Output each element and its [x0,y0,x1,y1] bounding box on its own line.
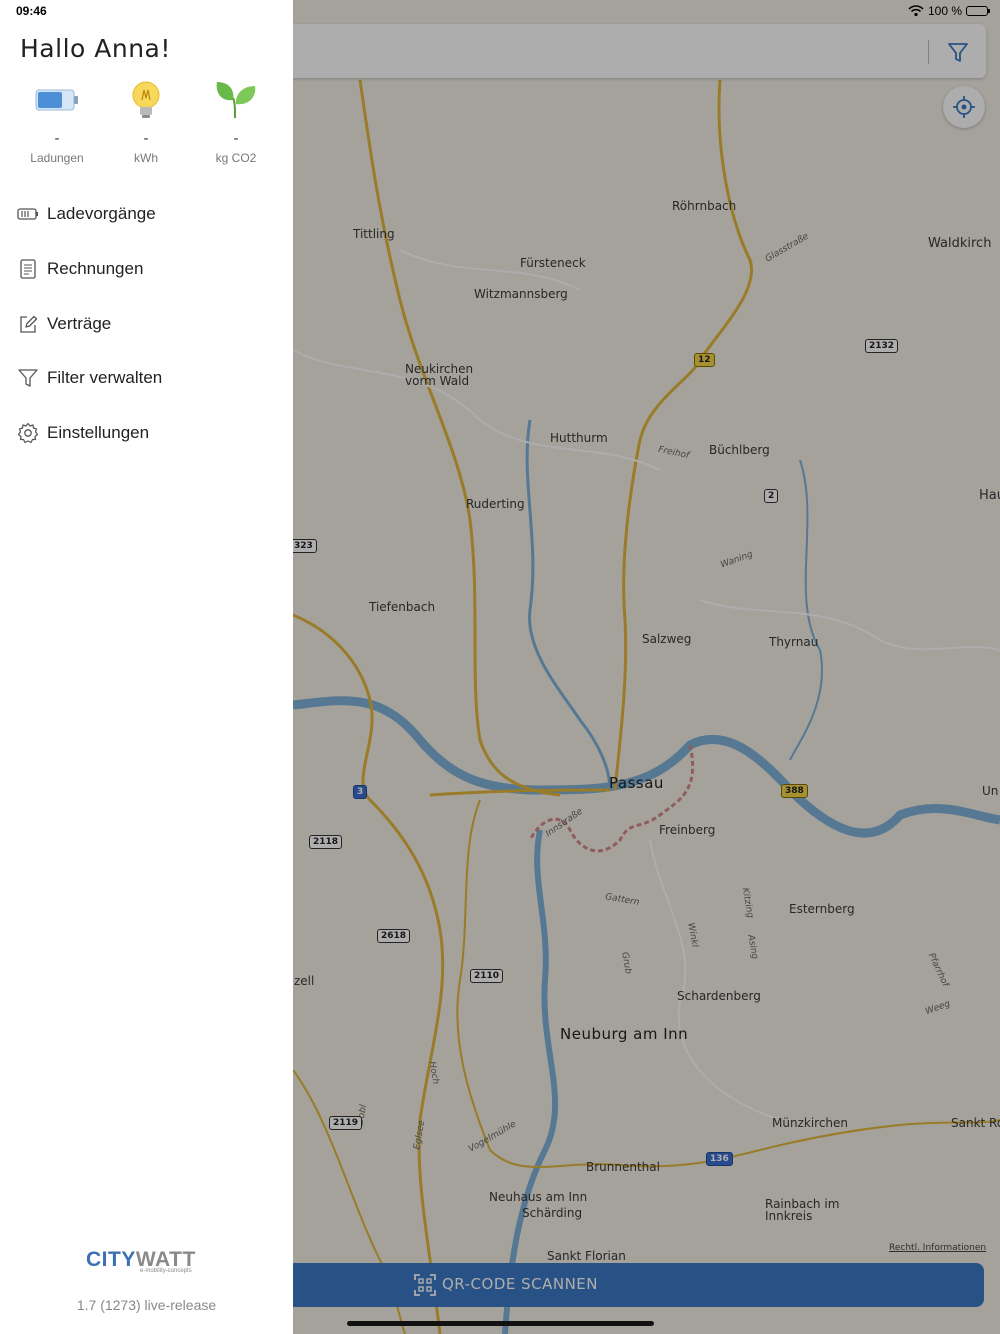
map-label-esternberg: Esternberg [789,902,855,916]
road-badge-136: 136 [706,1152,733,1166]
map-label-salzweg: Salzweg [642,632,692,646]
legal-info-link[interactable]: Rechtl. Informationen [889,1243,986,1253]
home-indicator[interactable] [347,1321,654,1326]
map-label-muenzkirchen: Münzkirchen [772,1116,849,1130]
lightbulb-icon [132,81,160,118]
menu-label: Verträge [47,314,112,333]
qr-scan-button[interactable]: QR-CODE SCANNEN [260,1263,984,1307]
logo-tagline: e-mobility-concepts [140,1268,192,1274]
qr-scan-label: QR-CODE SCANNEN [442,1275,599,1293]
battery-percent: 100 % [927,4,962,18]
edit-icon [20,315,38,333]
stat-label: kWh [134,151,158,165]
map-label-sankt-florian: Sankt Florian [547,1249,626,1263]
road-badge-2110: 2110 [470,969,504,983]
map-label-un: Un [982,784,999,798]
stat-value: - [54,130,60,147]
stat-label: Ladungen [30,151,84,165]
map-label-schardenberg: Schardenberg [677,989,761,1003]
crosshair-icon [953,96,975,118]
stat-value: - [143,130,149,147]
side-drawer: Hallo Anna! - Ladungen - kWh - kg CO2 La… [0,0,293,1334]
road-badge-2: 2 [764,489,779,503]
search-divider [928,40,929,64]
filter-icon [948,43,968,62]
stat-value: - [233,130,239,147]
leaf-icon [216,82,256,119]
map-label-sankt-ro: Sankt Ro [951,1116,1000,1130]
map-label-freinberg: Freinberg [659,823,716,837]
gear-icon [17,422,39,444]
menu-label: Filter verwalten [47,368,163,387]
road-badge-2618: 2618 [377,929,411,943]
map-label-fuersteneck: Fürsteneck [520,256,586,270]
map-label-ruderting: Ruderting [466,497,525,511]
qr-code-icon [414,1274,436,1296]
search-bar[interactable] [270,24,986,78]
road-badge-3: 3 [353,785,368,799]
logo-city: CITY [86,1248,136,1271]
road-badge-12: 12 [694,353,715,367]
stat-co2: - kg CO2 [191,78,281,165]
map-label-neuhaus: Neuhaus am Inn [489,1190,588,1204]
status-time: 09:46 [16,4,47,18]
menu-label: Ladevorgänge [47,204,156,223]
menu-item-filter[interactable]: Filter verwalten [16,358,276,398]
document-icon [20,259,36,279]
map-label-hau: Hau [979,488,1000,503]
map-label-passau: Passau [609,774,664,792]
menu-label: Rechnungen [47,259,144,278]
map-label-hutthurm: Hutthurm [550,431,608,445]
citywatt-logo: CITYWATT e-mobility-concepts [86,1248,196,1274]
status-indicators: 100 % [908,4,990,18]
map-label-neukirchen: Neukirchen vorm Wald [405,362,474,388]
app-version: 1.7 (1273) live-release [76,1297,217,1313]
battery-icon [35,89,78,111]
road-badge-2118: 2118 [309,835,343,849]
greeting-title: Hallo Anna! [20,34,171,63]
menu-item-einstellungen[interactable]: Einstellungen [16,413,276,453]
map-label-buechlberg: Büchlberg [709,443,770,457]
menu-item-vertraege[interactable]: Verträge [16,304,276,344]
map-label-brunnenthal: Brunnenthal [586,1160,660,1174]
map-label-neuburg: Neuburg am Inn [560,1025,689,1043]
map-label-roehrnbach: Röhrnbach [672,199,737,213]
road-badge-2132: 2132 [865,339,899,353]
wifi-icon [908,5,924,17]
stat-ladungen: - Ladungen [12,78,102,165]
road-badge-323: 323 [290,539,317,553]
filter-icon [18,369,38,387]
filter-button[interactable] [944,38,972,66]
map-label-thyrnau: Thyrnau [769,635,819,649]
locate-button[interactable] [943,86,985,128]
battery-outline-icon [17,208,38,220]
stat-kwh: - kWh [101,78,191,165]
map-label-tittling: Tittling [353,227,395,241]
map-label-witzmannsberg: Witzmannsberg [474,287,568,301]
map-label-zell: zell [294,974,315,988]
menu-item-ladevorgaenge[interactable]: Ladevorgänge [16,194,276,234]
map-label-rainbach: Rainbach im Innkreis [765,1197,840,1223]
map-label-waldkirchen: Waldkirch [928,236,992,251]
road-badge-388: 388 [781,784,808,798]
battery-status-icon [966,6,990,16]
menu-label: Einstellungen [47,423,150,442]
menu-item-rechnungen[interactable]: Rechnungen [16,249,276,289]
stat-label: kg CO2 [215,151,257,165]
map-label-tiefenbach: Tiefenbach [369,600,436,614]
road-badge-2119: 2119 [329,1116,363,1130]
map-label-schaerding: Schärding [522,1206,583,1220]
